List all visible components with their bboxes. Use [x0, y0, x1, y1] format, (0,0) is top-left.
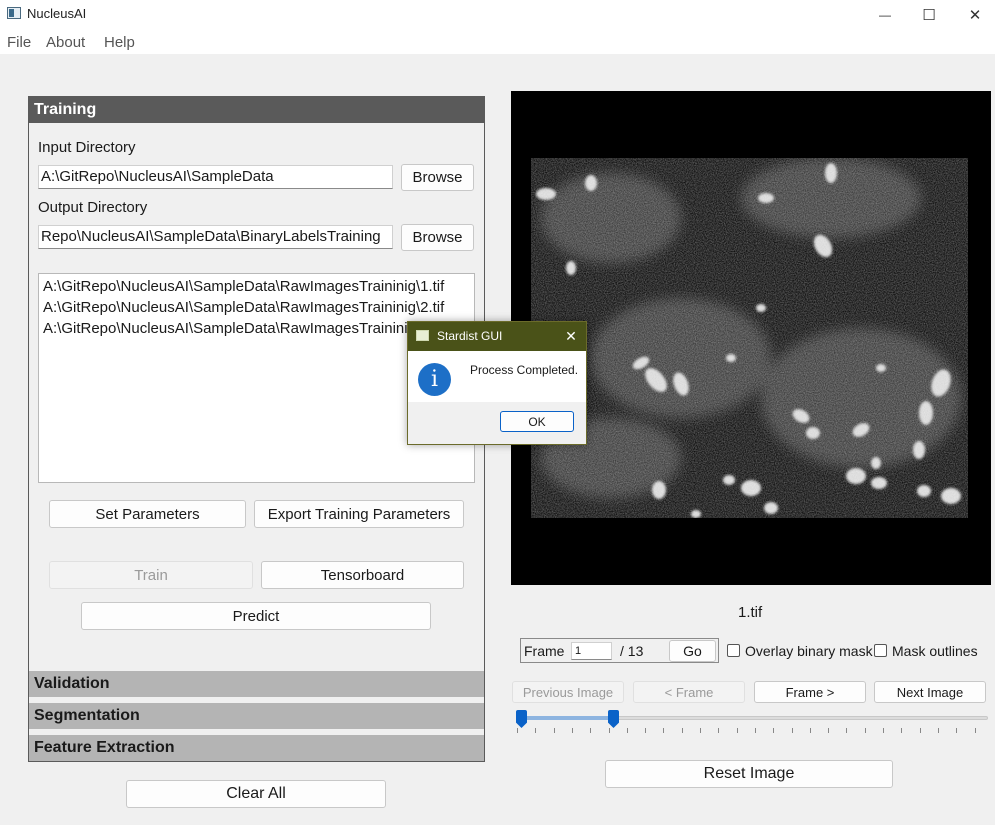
slider-tick	[681, 728, 683, 733]
slider-tick	[791, 728, 793, 733]
slider-tick	[919, 728, 921, 733]
slider-tick	[754, 728, 756, 733]
frame-slider-fill	[521, 716, 613, 720]
input-browse-button[interactable]: Browse	[401, 164, 474, 191]
slider-tick	[553, 728, 555, 733]
info-icon: i	[418, 363, 451, 396]
menu-help[interactable]: Help	[104, 34, 135, 51]
overlay-mask-checkbox[interactable]	[727, 644, 740, 657]
set-parameters-button[interactable]: Set Parameters	[49, 500, 246, 528]
clear-all-button[interactable]: Clear All	[126, 780, 386, 808]
close-button[interactable]: ✕	[952, 0, 995, 30]
feature-extraction-header[interactable]: Feature Extraction	[29, 735, 484, 761]
dialog-app-icon	[416, 330, 429, 341]
menu-bar	[0, 30, 995, 54]
title-bar	[0, 0, 995, 30]
window-title: NucleusAI	[27, 6, 87, 21]
output-browse-button[interactable]: Browse	[401, 224, 474, 251]
input-directory-field[interactable]: A:\GitRepo\NucleusAI\SampleData	[38, 165, 393, 189]
mask-outlines-label: Mask outlines	[892, 643, 978, 659]
ok-button[interactable]: OK	[500, 411, 574, 432]
slider-tick	[663, 728, 665, 733]
output-directory-label: Output Directory	[38, 199, 148, 216]
slider-tick	[809, 728, 811, 733]
dialog-message: Process Completed.	[470, 363, 579, 377]
previous-image-button[interactable]: Previous Image	[512, 681, 624, 703]
output-directory-field[interactable]: Repo\NucleusAI\SampleData\BinaryLabelsTr…	[38, 225, 393, 249]
slider-tick	[590, 728, 592, 733]
dialog-close-button[interactable]: ✕	[561, 326, 581, 346]
validation-header[interactable]: Validation	[29, 671, 484, 697]
minimize-button[interactable]: —	[862, 0, 908, 30]
slider-tick	[571, 728, 573, 733]
slider-tick	[901, 728, 903, 733]
app-icon	[7, 7, 21, 19]
list-item[interactable]: A:\GitRepo\NucleusAI\SampleData\RawImage…	[43, 318, 470, 339]
frame-number-input[interactable]: 1	[571, 642, 612, 660]
frame-total: / 13	[620, 643, 644, 659]
slider-tick	[773, 728, 775, 733]
microscopy-image	[531, 158, 968, 518]
minimize-icon: —	[879, 8, 891, 22]
training-header[interactable]: Training	[29, 97, 484, 123]
image-filename: 1.tif	[738, 604, 763, 621]
slider-tick	[700, 728, 701, 733]
slider-tick	[535, 728, 537, 733]
slider-tick	[626, 728, 628, 733]
train-button[interactable]: Train	[49, 561, 253, 589]
slider-tick	[974, 728, 976, 733]
segmentation-header[interactable]: Segmentation	[29, 703, 484, 729]
slider-tick	[608, 728, 610, 733]
predict-button[interactable]: Predict	[81, 602, 431, 630]
slider-tick	[937, 728, 939, 733]
slider-tick	[956, 728, 958, 733]
mask-outlines-checkbox[interactable]	[874, 644, 887, 657]
slider-tick	[517, 728, 518, 733]
nuclei-image	[531, 158, 968, 518]
maximize-icon: ☐	[922, 7, 936, 24]
input-directory-label: Input Directory	[38, 139, 136, 156]
next-image-button[interactable]: Next Image	[874, 681, 986, 703]
close-icon: ✕	[565, 327, 577, 344]
slider-tick	[718, 728, 720, 733]
dialog-title: Stardist GUI	[437, 329, 503, 343]
menu-about[interactable]: About	[46, 34, 85, 51]
frame-label: Frame	[524, 643, 565, 659]
reset-image-button[interactable]: Reset Image	[605, 760, 893, 788]
slider-tick	[864, 728, 866, 733]
list-item[interactable]: A:\GitRepo\NucleusAI\SampleData\RawImage…	[43, 276, 470, 297]
menu-file[interactable]: File	[7, 34, 31, 51]
previous-frame-button[interactable]: < Frame	[633, 681, 745, 703]
overlay-mask-label: Overlay binary mask	[745, 643, 873, 659]
slider-tick	[736, 728, 738, 733]
slider-handle-start[interactable]	[516, 710, 527, 728]
slider-tick	[846, 728, 848, 733]
slider-handle-end[interactable]	[608, 710, 619, 728]
slider-tick	[883, 728, 884, 733]
tensorboard-button[interactable]: Tensorboard	[261, 561, 464, 589]
export-training-parameters-button[interactable]: Export Training Parameters	[254, 500, 464, 528]
go-button[interactable]: Go	[669, 640, 716, 662]
next-frame-button[interactable]: Frame >	[754, 681, 866, 703]
slider-tick	[828, 728, 830, 733]
list-item[interactable]: A:\GitRepo\NucleusAI\SampleData\RawImage…	[43, 297, 470, 318]
maximize-button[interactable]: ☐	[906, 0, 952, 30]
slider-tick	[645, 728, 647, 733]
close-icon: ✕	[968, 7, 982, 24]
